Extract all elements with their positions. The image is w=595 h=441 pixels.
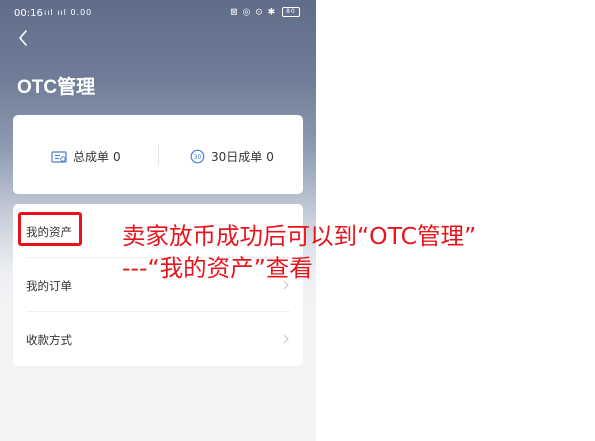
system-icons: ⊠ ◎ ⊙ ✱ [230, 7, 277, 18]
menu-item-label: 收款方式 [26, 333, 72, 347]
stat-30d-orders: 30 30日成单 0 [190, 148, 274, 165]
stat-total-orders: 总成单 0 [51, 148, 121, 165]
back-button[interactable] [12, 26, 36, 50]
network-speed: 0.00 [70, 8, 93, 17]
status-bar: 00:16 ııl ııl 0.00 ⊠ ◎ ⊙ ✱ 80 [0, 0, 316, 28]
page-title: OTC管理 [17, 77, 96, 98]
signal-bars: ııl ııl [44, 8, 67, 17]
stat-total-value: 0 [113, 149, 121, 164]
svg-text:30: 30 [194, 154, 202, 161]
annotation-text: 卖家放币成功后可以到“OTC管理” ---“我的资产”查看 [122, 220, 592, 284]
status-time: 00:16 [14, 8, 43, 19]
stats-card: 总成单 0 30 30日成单 0 [13, 115, 303, 194]
stats-divider [158, 145, 159, 165]
annotation-line-2: ---“我的资产”查看 [122, 254, 313, 282]
calendar-30-icon: 30 [190, 149, 205, 164]
menu-item-label: 我的订单 [26, 279, 72, 293]
chevron-left-icon [19, 30, 27, 46]
battery-icon: 80 [282, 7, 300, 17]
highlight-box [18, 212, 82, 246]
chevron-right-icon [283, 334, 289, 344]
signal-icon: ııl ııl 0.00 [44, 8, 92, 17]
menu-item-payment-methods[interactable]: 收款方式 [13, 312, 303, 365]
stat-30d-value: 0 [266, 149, 274, 164]
order-ticket-icon [51, 150, 67, 163]
status-icons: ⊠ ◎ ⊙ ✱ 80 [230, 7, 300, 18]
stat-30d-label: 30日成单 [211, 150, 263, 164]
stat-total-label: 总成单 [73, 150, 110, 164]
annotation-line-1: 卖家放币成功后可以到“OTC管理” [122, 222, 477, 250]
